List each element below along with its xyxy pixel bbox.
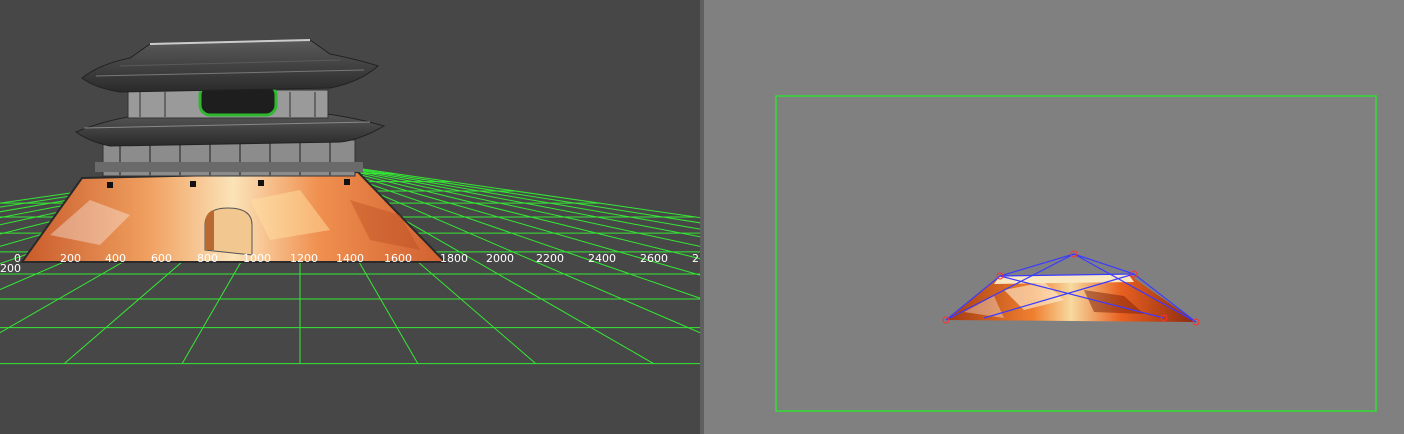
x-tick-label: 1600 (384, 252, 412, 265)
x-tick-label: 2200 (536, 252, 564, 265)
x-tick-label: 1000 (243, 252, 271, 265)
parapet-post (190, 181, 196, 187)
viewport-uv-editor[interactable] (704, 0, 1404, 434)
scene-3d: 0 200 400 600 800 1000 1200 1400 1600 18… (0, 39, 700, 365)
viewport-3d[interactable]: 0 200 400 600 800 1000 1200 1400 1600 18… (0, 0, 700, 434)
x-tick-label: 2400 (588, 252, 616, 265)
parapet-post (107, 182, 113, 188)
uv-scene (775, 95, 1377, 412)
x-tick-label: 400 (105, 252, 126, 265)
x-tick-label: 2 (692, 252, 699, 265)
uv-texture-patch (946, 274, 1196, 322)
x-tick-label: 1200 (290, 252, 318, 265)
gate-model (20, 39, 448, 263)
parapet-post (258, 180, 264, 186)
x-tick-label: 2000 (486, 252, 514, 265)
x-tick-label: 1400 (336, 252, 364, 265)
x-tick-label: 200 (60, 252, 81, 265)
x-axis-labels: 0 200 400 600 800 1000 1200 1400 1600 18… (0, 252, 699, 275)
parapet-post (344, 179, 350, 185)
uv-frame (775, 95, 1377, 412)
z-tick-label: 200 (0, 262, 21, 275)
x-tick-label: 1800 (440, 252, 468, 265)
x-tick-label: 800 (197, 252, 218, 265)
x-tick-label: 2600 (640, 252, 668, 265)
x-tick-label: 600 (151, 252, 172, 265)
